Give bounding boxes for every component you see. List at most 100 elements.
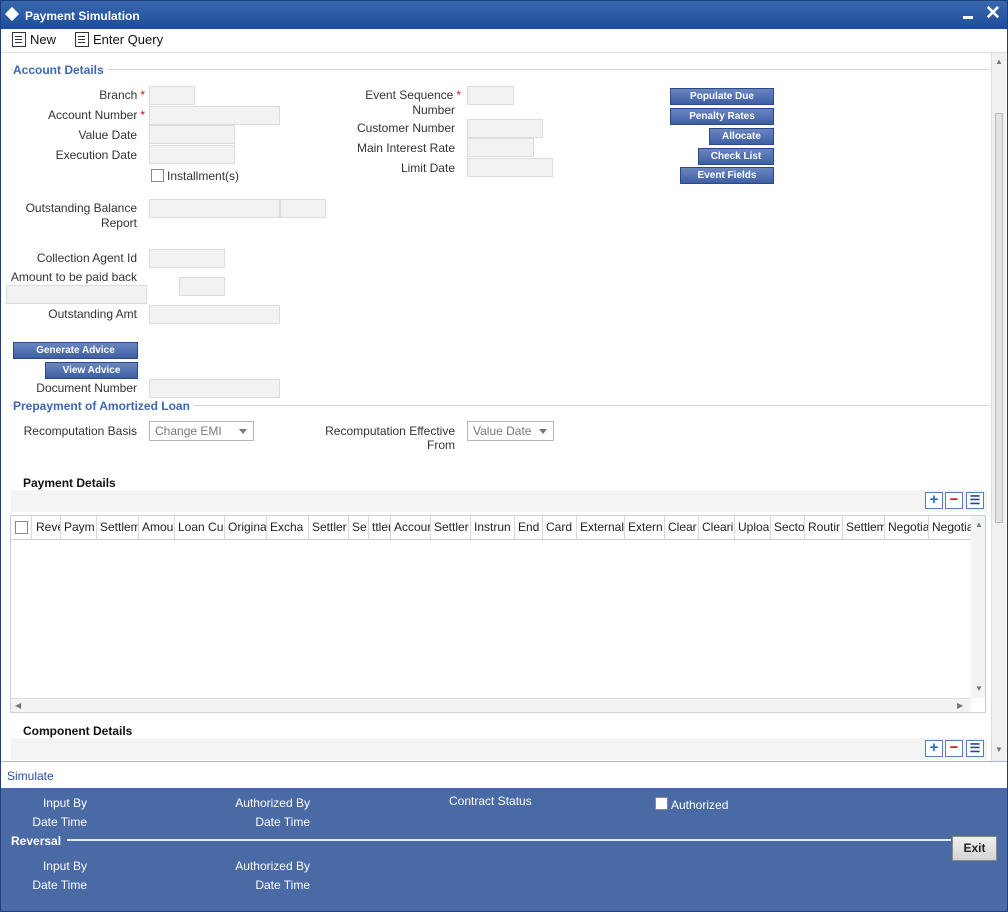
enter-query-label: Enter Query (93, 32, 164, 47)
allocate-button[interactable]: Allocate (709, 128, 774, 145)
column-header[interactable]: Negotia (885, 516, 929, 539)
view-advice-button[interactable]: View Advice (45, 362, 138, 379)
column-header[interactable]: Settler (309, 516, 349, 539)
delete-row-icon[interactable]: − (945, 740, 963, 757)
value-date-field[interactable] (149, 125, 235, 144)
column-header[interactable]: Settlem (97, 516, 139, 539)
event-sequence-label-2: Number (412, 103, 455, 117)
column-header[interactable]: Loan Cu (175, 516, 225, 539)
new-button[interactable]: New (12, 32, 56, 50)
scroll-left-icon[interactable]: ◀ (15, 701, 21, 710)
minimize-icon[interactable] (963, 16, 973, 19)
populate-due-button[interactable]: Populate Due (670, 88, 774, 105)
required-mark: * (140, 108, 145, 122)
close-icon[interactable]: ✕ (985, 2, 1001, 25)
column-header[interactable]: Settlem (843, 516, 885, 539)
column-header[interactable]: ttler (369, 516, 391, 539)
column-header[interactable]: Reve (33, 516, 61, 539)
document-number-field[interactable] (149, 379, 280, 398)
outstanding-balance-field[interactable] (149, 199, 280, 218)
scroll-thumb[interactable] (995, 113, 1003, 523)
component-grid-toolbar: + − ☰ (11, 738, 987, 760)
column-header[interactable]: Accour (391, 516, 431, 539)
new-label: New (30, 32, 57, 47)
installments-label: Installment(s) (167, 169, 240, 183)
column-header[interactable]: Uploa (735, 516, 771, 539)
column-header[interactable]: Secto (771, 516, 805, 539)
account-number-field[interactable] (149, 106, 280, 125)
reversal-input-by-label: Input By (42, 859, 87, 873)
authorized-label: Authorized (671, 798, 729, 812)
column-header[interactable]: Se (349, 516, 369, 539)
simulate-link[interactable]: Simulate (7, 769, 54, 783)
single-view-icon[interactable]: ☰ (966, 740, 984, 757)
column-header[interactable]: Excha (267, 516, 309, 539)
scroll-up-icon[interactable]: ▲ (995, 57, 1003, 66)
reversal-divider (67, 839, 951, 841)
grid-horizontal-scrollbar[interactable]: ◀ ▶ (11, 698, 971, 712)
amount-paid-back-field-2[interactable] (179, 277, 225, 296)
single-view-icon[interactable]: ☰ (966, 492, 984, 509)
limit-date-label: Limit Date (400, 161, 455, 175)
outstanding-balance-label: Outstanding Balance (25, 201, 137, 215)
account-number-label-text: Account Number (47, 108, 138, 122)
add-row-icon[interactable]: + (925, 492, 943, 509)
collection-agent-field[interactable] (149, 249, 225, 268)
recomputation-effective-label: Recomputation Effective (325, 424, 455, 438)
form-vertical-scrollbar[interactable]: ▲ ▼ (991, 53, 1006, 761)
column-header[interactable]: Settler (431, 516, 471, 539)
delete-row-icon[interactable]: − (945, 492, 963, 509)
column-header[interactable]: Routir (805, 516, 843, 539)
column-header[interactable]: External (577, 516, 625, 539)
recomputation-basis-label: Recomputation Basis (23, 424, 137, 438)
branch-field[interactable] (149, 86, 195, 105)
column-header[interactable]: Instrun (471, 516, 515, 539)
column-header[interactable]: Origina (225, 516, 267, 539)
customer-number-field[interactable] (467, 119, 543, 138)
auth-date-time-label: Date Time (255, 815, 310, 829)
event-sequence-label: Event Sequence * (365, 88, 461, 102)
simulate-bar: Simulate (1, 761, 1007, 789)
scroll-down-icon[interactable]: ▼ (975, 684, 983, 693)
execution-date-field[interactable] (149, 145, 235, 164)
title-bar: Payment Simulation ✕ (1, 1, 1007, 29)
column-header[interactable]: Paym (61, 516, 97, 539)
new-icon (12, 32, 26, 47)
scroll-right-icon[interactable]: ▶ (957, 701, 963, 710)
main-interest-rate-field[interactable] (467, 138, 534, 157)
check-list-button[interactable]: Check List (698, 148, 774, 165)
main-interest-rate-label: Main Interest Rate (356, 141, 455, 155)
scroll-down-icon[interactable]: ▼ (995, 745, 1003, 754)
column-header[interactable]: Card (543, 516, 577, 539)
grid-vertical-scrollbar[interactable]: ▲ ▼ (971, 516, 985, 698)
column-header[interactable]: End (515, 516, 543, 539)
outstanding-balance-field-2[interactable] (280, 199, 326, 218)
exit-button[interactable]: Exit (952, 836, 997, 861)
installments-checkbox[interactable] (151, 169, 164, 182)
column-header[interactable]: Negotia (929, 516, 971, 539)
penalty-rates-button[interactable]: Penalty Rates (670, 108, 774, 125)
audit-footer: Input By Date Time Authorized By Date Ti… (1, 788, 1007, 911)
amount-paid-back-field[interactable] (6, 285, 147, 304)
window-diamond-icon (4, 6, 20, 22)
limit-date-field[interactable] (467, 158, 553, 177)
generate-advice-button[interactable]: Generate Advice (13, 342, 138, 359)
authorized-checkbox[interactable] (655, 797, 668, 810)
reversal-title: Reversal (11, 834, 62, 848)
recomputation-effective-select[interactable]: Value Date (467, 421, 554, 441)
scroll-up-icon[interactable]: ▲ (975, 520, 983, 529)
column-header[interactable]: Amou (139, 516, 175, 539)
recomputation-basis-select[interactable]: Change EMI (149, 421, 254, 441)
column-header[interactable]: Extern (625, 516, 665, 539)
required-mark: * (140, 88, 145, 102)
branch-label: Branch * (99, 88, 145, 102)
select-all-checkbox[interactable] (15, 521, 28, 534)
event-sequence-field[interactable] (467, 86, 514, 105)
enter-query-button[interactable]: Enter Query (75, 32, 163, 50)
add-row-icon[interactable]: + (925, 740, 943, 757)
outstanding-amt-field[interactable] (149, 305, 280, 324)
account-number-label: Account Number * (48, 108, 145, 122)
column-header[interactable]: Clear (665, 516, 699, 539)
event-fields-button[interactable]: Event Fields (680, 167, 774, 184)
column-header[interactable]: Cleari (699, 516, 735, 539)
